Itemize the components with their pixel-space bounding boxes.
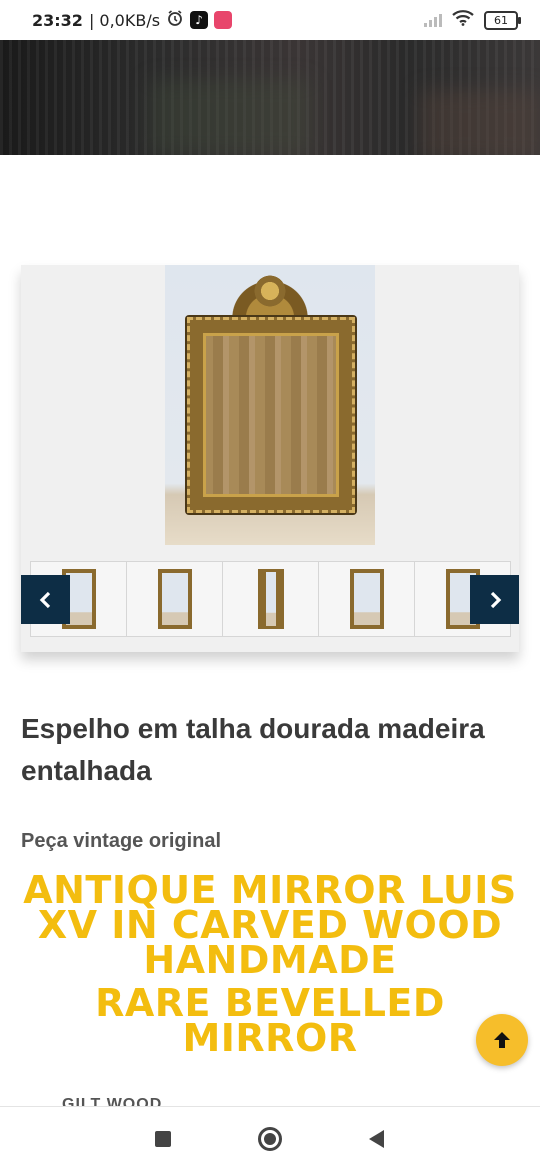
product-subtitle: Peça vintage original: [21, 830, 222, 852]
back-button[interactable]: [357, 1119, 397, 1159]
thumbnail-strip: [30, 561, 511, 637]
promo-heading-1: ANTIQUE MIRROR LUIS XV IN CARVED WOOD HA…: [23, 868, 517, 982]
mirror-frame: [187, 317, 355, 513]
gallery-next-button[interactable]: [470, 575, 519, 624]
status-bar: 23:32 | 0,0KB/s ♪ 61: [0, 0, 540, 40]
main-product-image[interactable]: [165, 265, 375, 545]
chevron-left-icon: [39, 591, 50, 608]
home-circle-icon: [257, 1126, 282, 1151]
promo-heading-2: RARE BEVELLED MIRROR: [95, 981, 445, 1060]
recents-button[interactable]: [143, 1119, 183, 1159]
status-time: 23:32: [32, 10, 83, 30]
status-right: 61: [424, 10, 521, 30]
product-gallery: [21, 265, 519, 652]
header-banner-image: [0, 40, 540, 155]
back-triangle-icon: [369, 1129, 385, 1148]
mirror-crest: [222, 271, 318, 323]
alarm-icon: [166, 9, 184, 31]
gallery-prev-button[interactable]: [21, 575, 70, 624]
status-left: 23:32 | 0,0KB/s ♪: [32, 9, 233, 31]
battery-icon: 61: [484, 10, 521, 30]
thumbnail-3[interactable]: [223, 562, 319, 636]
scroll-to-top-button[interactable]: [476, 1014, 528, 1066]
wifi-icon: [452, 10, 474, 30]
app-icon: [214, 11, 233, 29]
thumbnail-2[interactable]: [127, 562, 223, 636]
recents-square-icon: [155, 1130, 172, 1147]
thumbnail-4[interactable]: [319, 562, 415, 636]
network-speed: | 0,0KB/s: [88, 10, 161, 30]
home-button[interactable]: [250, 1119, 290, 1159]
system-nav-bar: [0, 1106, 540, 1170]
arrow-up-icon: [494, 1032, 510, 1048]
signal-icon: [424, 13, 442, 27]
chevron-right-icon: [490, 591, 501, 608]
tiktok-icon: ♪: [190, 11, 209, 29]
product-title: Espelho em talha dourada madeira entalha…: [21, 713, 485, 786]
